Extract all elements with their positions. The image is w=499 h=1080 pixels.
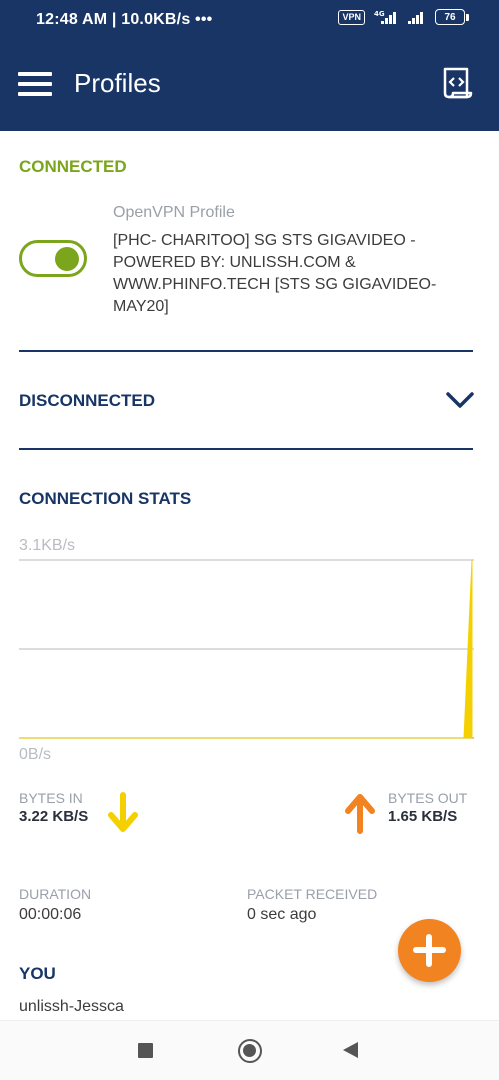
arrow-down-icon [108,792,138,832]
status-time: 12:48 AM | 10.0KB/s ••• [36,11,213,28]
toggle-knob [55,247,79,271]
profile-type-label: OpenVPN Profile [113,204,235,221]
duration-label: DURATION [19,886,92,902]
chart-y-min-label: 0B/s [19,746,52,763]
bytes-out-label: BYTES OUT [388,790,468,806]
signal-icon [408,12,423,24]
vpn-connection-toggle[interactable] [19,240,87,277]
page-title: Profiles [74,68,161,98]
connection-stats-heading: CONNECTION STATS [19,489,192,508]
status-icons: VPN 4G 76 [338,9,469,25]
packet-received-value: 0 sec ago [247,906,317,923]
traffic-chart [19,559,474,739]
arrow-up-icon [345,794,375,834]
add-profile-button[interactable] [398,919,461,982]
back-button[interactable] [343,1042,358,1058]
bytes-out-value: 1.65 KB/S [388,808,458,825]
network-type-label: 4G [374,10,385,18]
chart-y-max-label: 3.1KB/s [19,537,76,554]
bytes-in-value: 3.22 KB/S [19,808,89,825]
import-profile-icon[interactable] [440,66,474,102]
app-bar: Profiles [0,38,499,131]
signal-4g-icon: 4G [374,10,396,24]
hamburger-menu-icon[interactable] [18,72,52,96]
disconnected-heading: DISCONNECTED [19,391,156,410]
vpn-icon: VPN [338,9,365,25]
system-nav-bar [0,1020,499,1080]
home-button[interactable] [238,1039,262,1063]
duration-value: 00:00:06 [19,906,82,923]
battery-icon: 76 [435,9,469,25]
chevron-down-icon [446,392,474,408]
recents-button[interactable] [138,1043,153,1058]
profile-name[interactable]: [PHC- CHARITOO] SG STS GIGAVIDEO - POWER… [113,230,443,318]
packet-received-label: PACKET RECEIVED [247,886,378,902]
battery-level: 76 [435,9,465,25]
disconnected-section-toggle[interactable]: DISCONNECTED [0,352,499,449]
connected-heading: CONNECTED [19,157,127,176]
bytes-in-label: BYTES IN [19,790,83,806]
username-value: unlissh-Jessca [19,998,124,1015]
divider [19,448,473,450]
you-heading: YOU [19,964,56,983]
status-bar: 12:48 AM | 10.0KB/s ••• VPN 4G 76 [0,0,499,38]
